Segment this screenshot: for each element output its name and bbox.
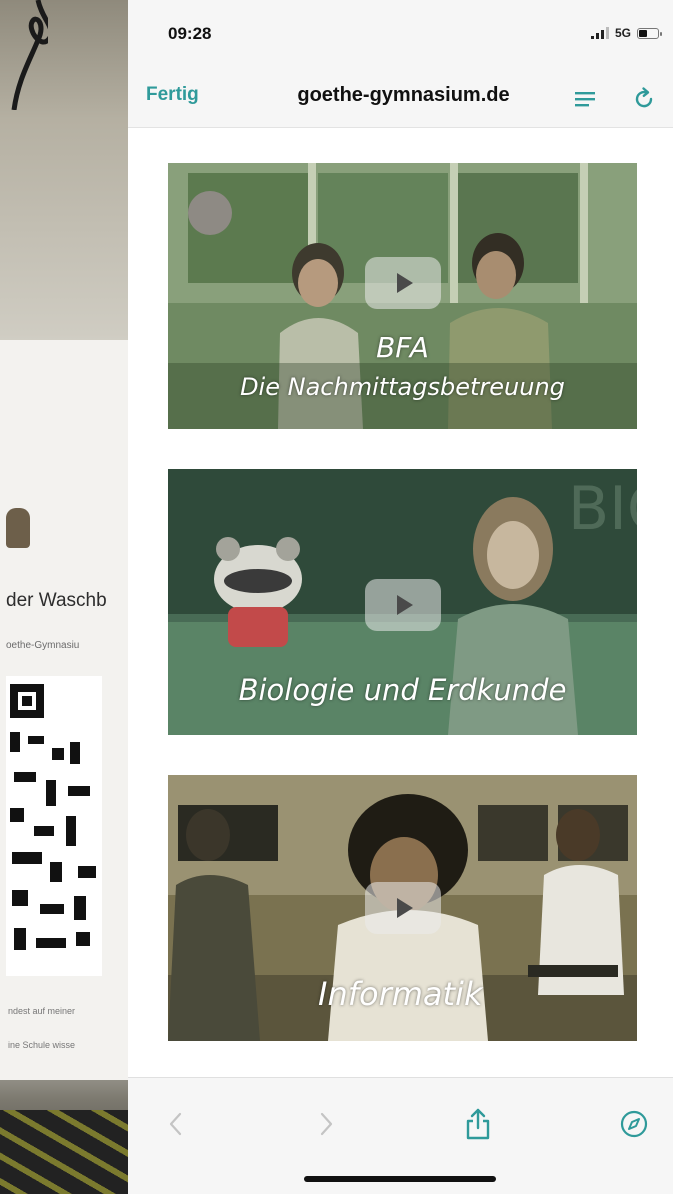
rope-graphic xyxy=(0,1110,128,1194)
video-caption-line2: Die Nachmittagsbetreuung xyxy=(240,373,565,401)
video-informatik[interactable]: Informatik xyxy=(168,775,637,1041)
play-button[interactable] xyxy=(364,578,441,631)
home-indicator[interactable] xyxy=(304,1176,496,1182)
forward-button[interactable] xyxy=(308,1106,344,1142)
video-biologie-erdkunde[interactable]: BIO Biologie und Erdkunde xyxy=(168,469,637,735)
reader-mode-icon[interactable] xyxy=(574,90,596,110)
svg-text:BIO: BIO xyxy=(568,474,637,544)
network-label: 5G xyxy=(614,26,631,40)
status-indicators: 5G xyxy=(590,26,662,40)
qr-code xyxy=(6,676,102,976)
battery-icon xyxy=(637,27,662,39)
reload-icon[interactable] xyxy=(632,86,656,110)
phone-screen: 09:28 5G Fertig goethe-gymnasium.de BFA … xyxy=(128,0,673,1194)
back-button[interactable] xyxy=(158,1106,194,1142)
background-photo: der Waschb oethe-Gymnasiu ndest auf mein… xyxy=(0,0,128,1194)
status-bar: 09:28 5G xyxy=(128,0,673,70)
flyer-foot-2: ine Schule wisse xyxy=(8,1040,76,1050)
video-caption: Biologie und Erdkunde xyxy=(238,673,567,707)
video-caption-line1: BFA xyxy=(376,331,429,364)
video-caption: Informatik xyxy=(318,975,483,1013)
compass-icon xyxy=(620,1110,648,1138)
flyer-sub: oethe-Gymnasiu xyxy=(6,640,80,651)
status-time: 09:28 xyxy=(168,24,212,43)
browser-nav-bar: Fertig goethe-gymnasium.de xyxy=(128,70,673,128)
web-content: BFA Die Nachmittagsbetreuung BIO Bi xyxy=(128,129,673,1077)
flyer-word: der Waschb xyxy=(6,590,107,611)
chevron-right-icon xyxy=(320,1112,333,1136)
open-in-safari-button[interactable] xyxy=(616,1106,652,1142)
thumbs-up-graphic xyxy=(6,508,30,548)
signal-icon xyxy=(590,27,609,39)
play-button[interactable] xyxy=(364,882,441,934)
cable-graphic xyxy=(11,0,48,110)
video-bfa[interactable]: BFA Die Nachmittagsbetreuung xyxy=(168,163,637,429)
share-button[interactable] xyxy=(460,1106,496,1142)
flyer-foot-1: ndest auf meiner xyxy=(8,1006,76,1016)
play-button[interactable] xyxy=(364,256,441,309)
chevron-left-icon xyxy=(169,1112,182,1136)
share-icon xyxy=(466,1108,490,1140)
